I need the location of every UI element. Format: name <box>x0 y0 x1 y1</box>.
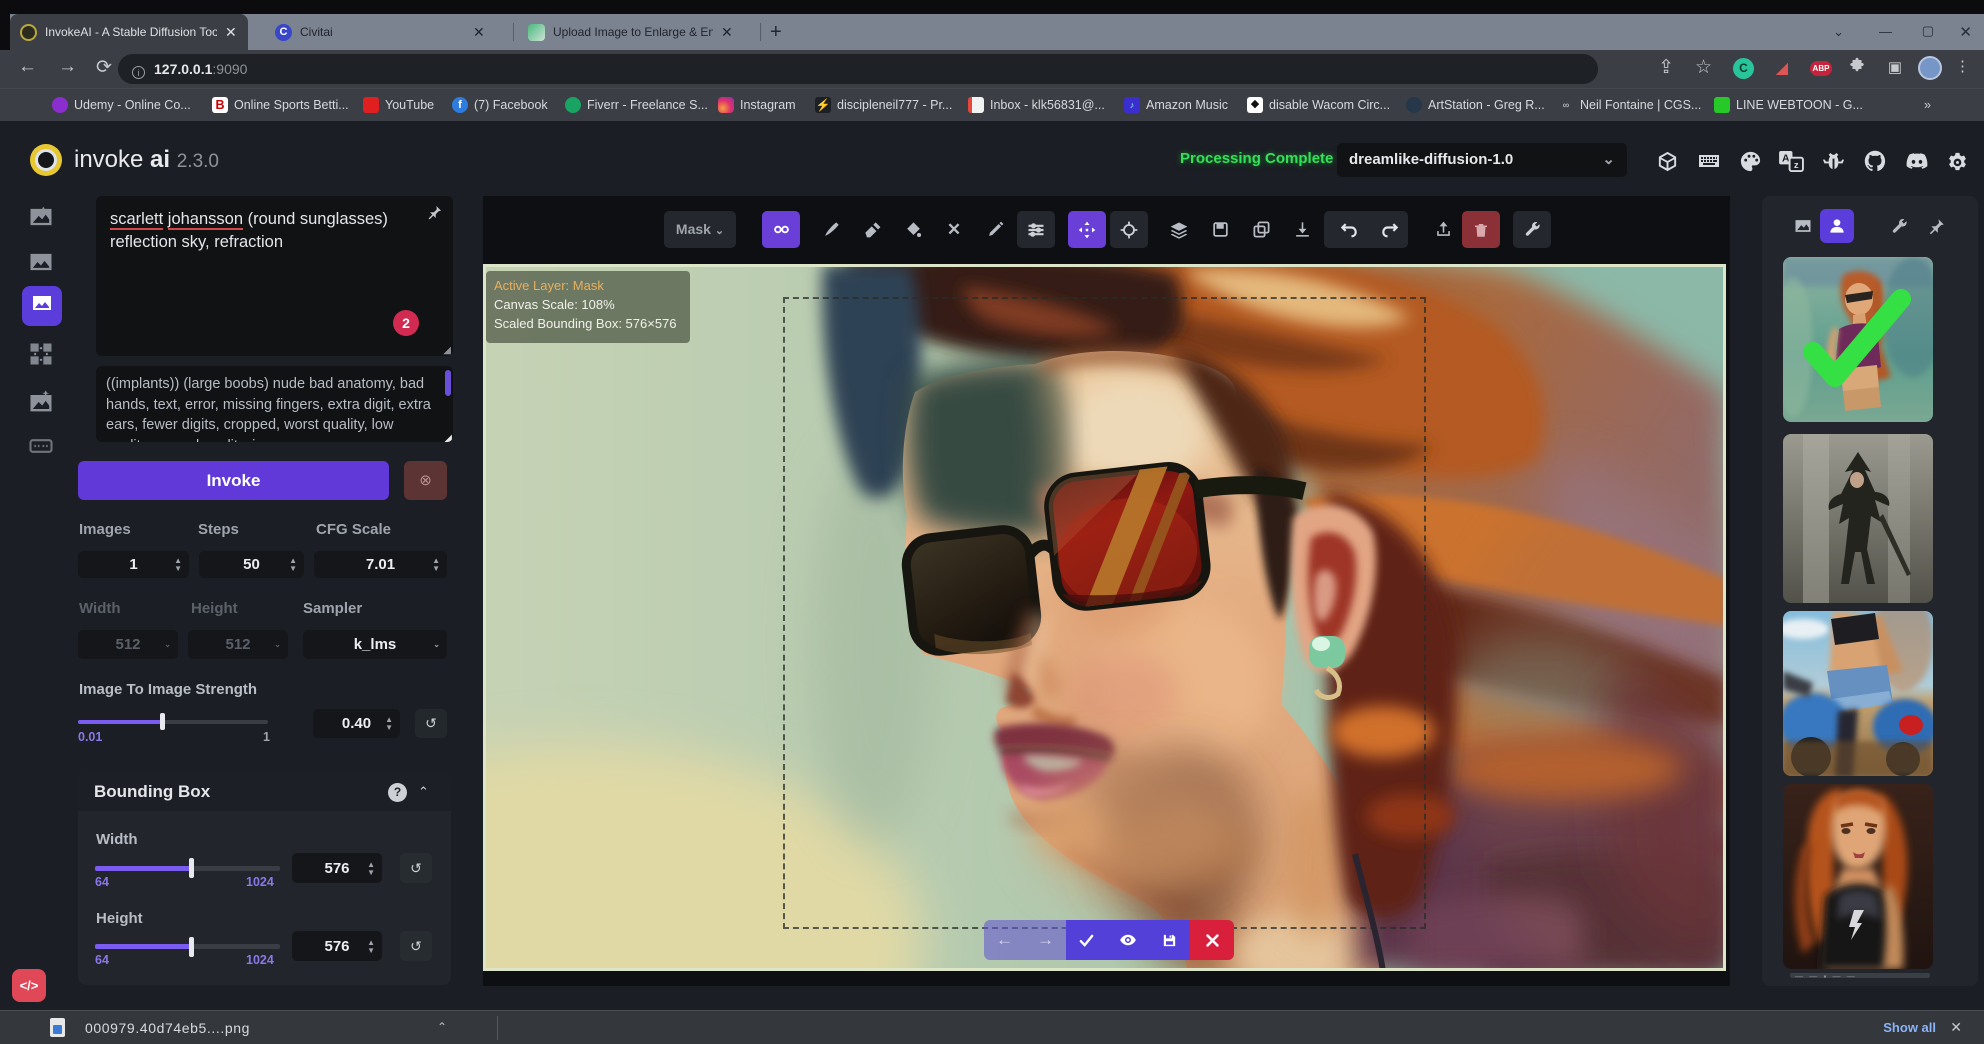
svg-text:z: z <box>1793 160 1798 171</box>
